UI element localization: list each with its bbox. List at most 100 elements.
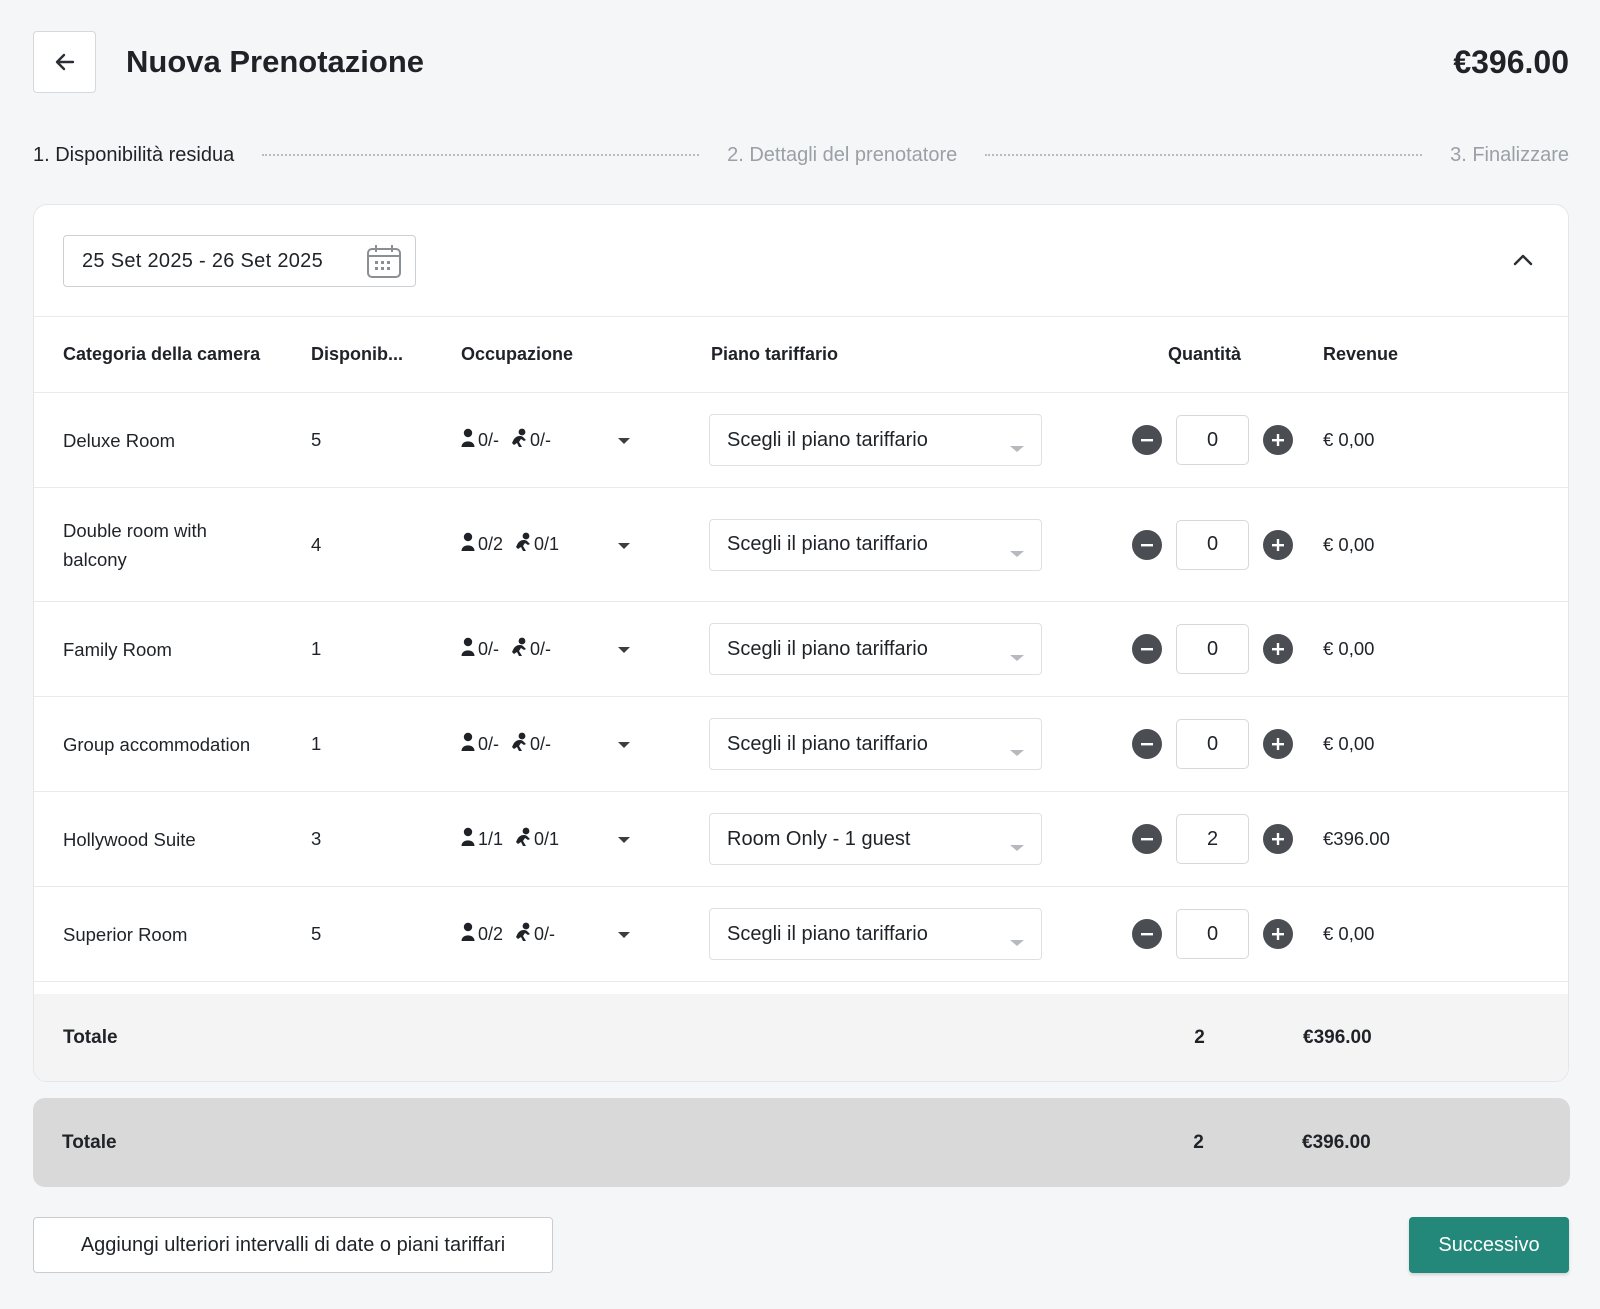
col-revenue: Revenue [1323, 344, 1399, 364]
plus-icon[interactable] [1263, 634, 1293, 664]
stepper: 1. Disponibilità residua 2. Dettagli del… [33, 140, 1569, 170]
rate-plan-select[interactable]: Scegli il piano tariffario [709, 718, 1042, 770]
person-icon [461, 637, 475, 662]
plus-icon[interactable] [1263, 729, 1293, 759]
room-category: Deluxe Room [63, 429, 176, 451]
rate-plan-select[interactable]: Scegli il piano tariffario [709, 908, 1042, 960]
table-header: Categoria della camera Disponib... Occup… [34, 317, 1568, 393]
room-revenue: € 0,00 [1323, 638, 1375, 659]
chevron-down-icon [1009, 437, 1025, 460]
adult-occupancy: 0/- [461, 732, 499, 757]
room-category: Family Room [63, 638, 172, 660]
step-booker-details[interactable]: 2. Dettagli del prenotatore [727, 144, 957, 167]
quantity-input[interactable] [1176, 415, 1249, 465]
plus-icon[interactable] [1263, 919, 1293, 949]
room-availability: 4 [311, 533, 322, 555]
plus-icon[interactable] [1263, 529, 1293, 560]
quantity-input[interactable] [1176, 814, 1249, 864]
step-finalize[interactable]: 3. Finalizzare [1450, 144, 1569, 167]
caret-down-icon[interactable] [617, 828, 631, 850]
minus-icon[interactable] [1132, 529, 1162, 560]
chevron-up-icon[interactable] [1508, 245, 1538, 275]
quantity-input[interactable] [1176, 909, 1249, 959]
child-occupancy: 0/- [509, 428, 551, 453]
occupancy-cell: 0/- 0/- [461, 428, 711, 453]
occupancy-cell: 0/- 0/- [461, 637, 711, 662]
quantity-input[interactable] [1176, 624, 1249, 674]
caret-down-icon[interactable] [617, 429, 631, 451]
grand-total-row: Totale 2 €396.00 [33, 1098, 1570, 1187]
card-toolbar: 25 Set 2025 - 26 Set 2025 [34, 205, 1568, 317]
room-category: Group accommodation [63, 733, 251, 755]
caret-down-icon[interactable] [617, 923, 631, 945]
room-category: Hollywood Suite [63, 828, 196, 850]
table-row: Double room with balcony 4 0/2 0/1 Scegl… [34, 488, 1568, 602]
table-row: Family Room 1 0/- 0/- Scegli il piano ta… [34, 602, 1568, 697]
chevron-down-icon [1009, 931, 1025, 954]
adult-occupancy: 0/2 [461, 922, 503, 947]
page-title: Nuova Prenotazione [126, 44, 424, 79]
subtotal-label: Totale [63, 1026, 118, 1048]
caret-down-icon[interactable] [617, 638, 631, 660]
room-category: Double room with balcony [63, 519, 207, 570]
quantity-stepper [1132, 909, 1293, 959]
room-availability: 1 [311, 733, 322, 754]
step-availability[interactable]: 1. Disponibilità residua [33, 144, 234, 167]
room-revenue: € 0,00 [1323, 733, 1375, 754]
rate-plan-cell: Scegli il piano tariffario [709, 623, 1086, 675]
minus-icon[interactable] [1132, 634, 1162, 664]
add-date-range-button[interactable]: Aggiungi ulteriori intervalli di date o … [33, 1217, 553, 1273]
rate-plan-cell: Scegli il piano tariffario [709, 908, 1086, 960]
table-row: Hollywood Suite 3 1/1 0/1 Room Only - 1 … [34, 792, 1568, 887]
person-icon [461, 532, 475, 557]
table-row: Group accommodation 1 0/- 0/- Scegli il … [34, 697, 1568, 792]
rate-plan-select[interactable]: Scegli il piano tariffario [709, 518, 1042, 571]
back-button[interactable] [33, 31, 96, 93]
quantity-stepper [1132, 415, 1293, 465]
minus-icon[interactable] [1132, 425, 1162, 455]
quantity-input[interactable] [1176, 719, 1249, 769]
adult-occupancy: 1/1 [461, 827, 503, 852]
col-category: Categoria della camera [63, 344, 261, 364]
rate-plan-cell: Scegli il piano tariffario [709, 518, 1086, 571]
header-total-price: €396.00 [1453, 43, 1569, 80]
child-icon [513, 532, 533, 557]
quantity-input[interactable] [1176, 519, 1249, 570]
next-button[interactable]: Successivo [1409, 1217, 1569, 1273]
rate-plan-cell: Room Only - 1 guest [709, 813, 1086, 865]
caret-down-icon[interactable] [617, 534, 631, 556]
rate-plan-cell: Scegli il piano tariffario [709, 718, 1086, 770]
col-availability: Disponib... [311, 344, 403, 364]
child-occupancy: 0/- [509, 732, 551, 757]
date-range-text: 25 Set 2025 - 26 Set 2025 [82, 249, 324, 272]
table-row: Superior Room 5 0/2 0/- Scegli il piano … [34, 887, 1568, 982]
room-availability: 5 [311, 429, 322, 450]
chevron-down-icon [1009, 646, 1025, 669]
occupancy-cell: 1/1 0/1 [461, 827, 711, 852]
minus-icon[interactable] [1132, 919, 1162, 949]
child-occupancy: 0/1 [513, 827, 559, 852]
quantity-cell [1086, 814, 1323, 864]
room-category: Superior Room [63, 923, 188, 945]
rate-plan-select[interactable]: Room Only - 1 guest [709, 813, 1042, 865]
rate-plan-select[interactable]: Scegli il piano tariffario [709, 623, 1042, 675]
date-range-picker[interactable]: 25 Set 2025 - 26 Set 2025 [63, 235, 416, 287]
plus-icon[interactable] [1263, 824, 1293, 854]
child-icon [509, 428, 529, 453]
caret-down-icon[interactable] [617, 733, 631, 755]
occupancy-cell: 0/- 0/- [461, 732, 711, 757]
page-header: Nuova Prenotazione €396.00 [33, 31, 1569, 93]
occupancy-cell: 0/2 0/- [461, 922, 711, 947]
rate-plan-select[interactable]: Scegli il piano tariffario [709, 414, 1042, 466]
chevron-down-icon [1009, 741, 1025, 764]
quantity-stepper [1132, 519, 1293, 570]
person-icon [461, 732, 475, 757]
minus-icon[interactable] [1132, 824, 1162, 854]
child-icon [509, 732, 529, 757]
plus-icon[interactable] [1263, 425, 1293, 455]
quantity-cell [1086, 719, 1323, 769]
minus-icon[interactable] [1132, 729, 1162, 759]
availability-card: 25 Set 2025 - 26 Set 2025 Categoria dell… [33, 204, 1569, 1082]
person-icon [461, 428, 475, 453]
chevron-down-icon [1009, 542, 1025, 565]
